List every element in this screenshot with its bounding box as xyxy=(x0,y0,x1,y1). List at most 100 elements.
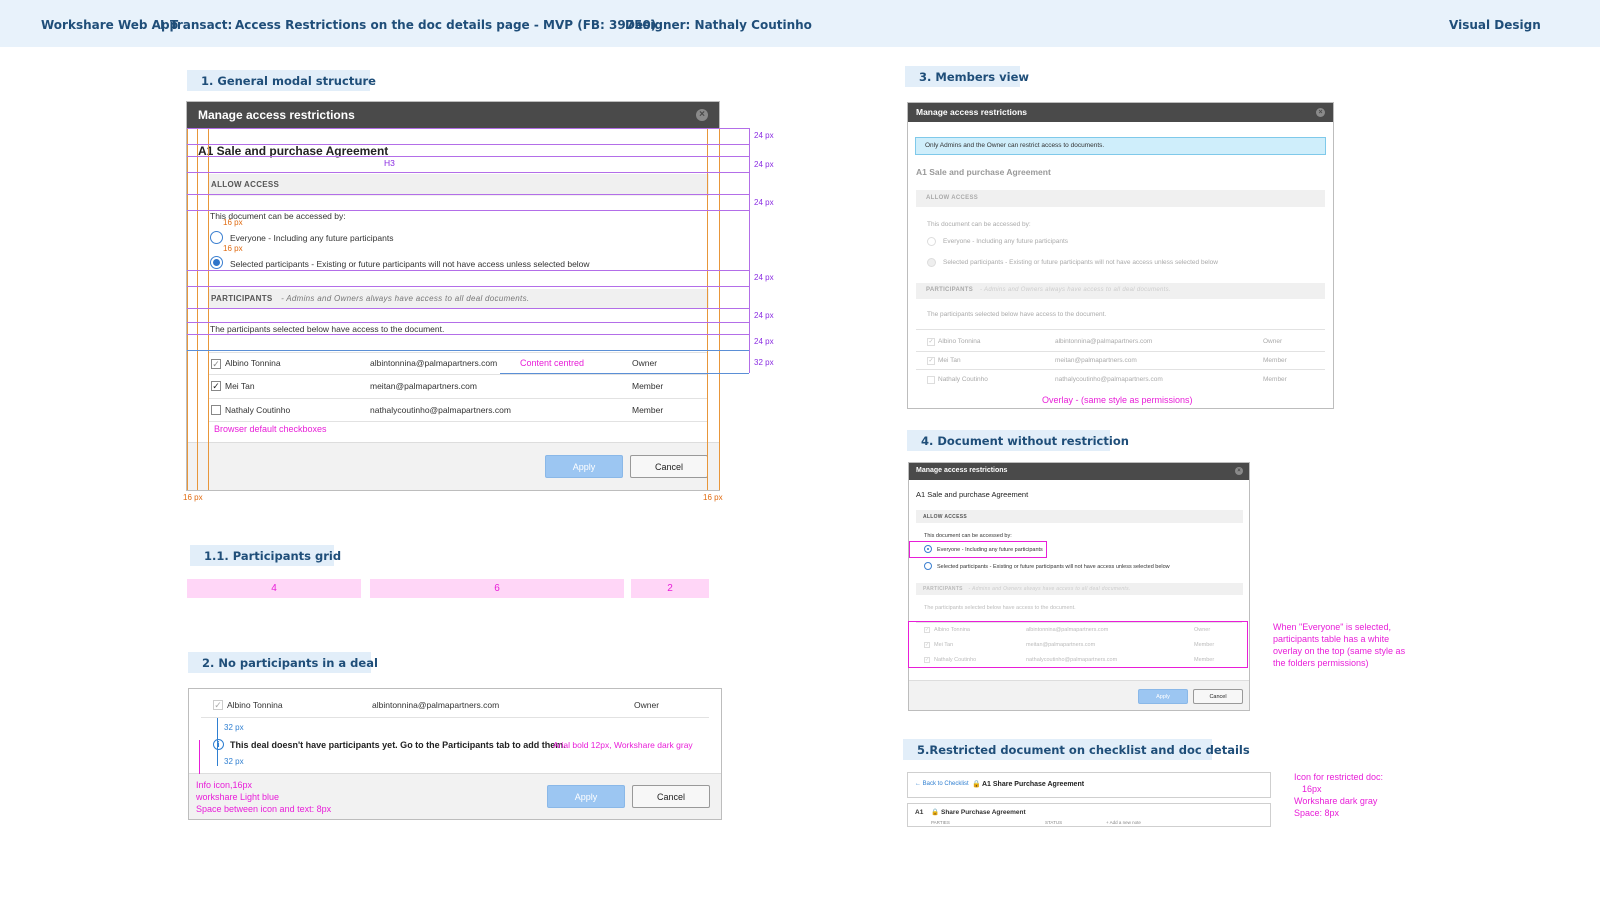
participant-name: Nathaly Coutinho xyxy=(938,376,988,383)
spacing-annotation: 24 px xyxy=(754,337,774,346)
cancel-button[interactable]: Cancel xyxy=(632,785,710,808)
table-divider xyxy=(201,717,709,718)
lock-icon: 🔒 xyxy=(972,781,981,788)
participant-checkbox: ✓ xyxy=(927,357,935,365)
everyone-annotation: participants table has a white xyxy=(1273,634,1390,644)
top-header-bar: Workshare Web App I Transact: Access Res… xyxy=(0,0,1600,47)
icon-annotation: Icon for restricted doc: xyxy=(1294,772,1384,782)
no-restriction-modal: Manage access restrictions × A1 Sale and… xyxy=(908,462,1250,711)
section-title-general-modal: 1. General modal structure xyxy=(187,70,376,91)
participant-role: Owner xyxy=(1263,338,1283,345)
spacing-guide-line xyxy=(187,128,749,129)
section-title-document-without-restriction: 4. Document without restriction xyxy=(907,430,1129,451)
apply-button[interactable]: Apply xyxy=(1138,689,1188,704)
everyone-radio[interactable] xyxy=(210,231,223,244)
spacing-guide-line xyxy=(187,270,749,271)
arrow-guide-line xyxy=(199,740,200,774)
spacing-guide-line xyxy=(749,128,750,373)
table-divider xyxy=(209,398,707,399)
add-note-link[interactable]: + Add a new note xyxy=(1106,820,1141,825)
allow-access-band: ALLOW ACCESS xyxy=(916,510,1243,523)
participant-email: meitan@palmapartners.com xyxy=(1055,357,1137,364)
apply-button[interactable]: Apply xyxy=(545,455,623,478)
document-title: A1 Sale and purchase Agreement xyxy=(916,490,1029,499)
participant-role: Owner xyxy=(634,700,660,710)
info-icon-annotation: Info icon,16px xyxy=(196,780,253,790)
participant-name: Albino Tonnina xyxy=(227,700,283,710)
heading-annotation: H3 xyxy=(384,158,395,168)
participants-band: PARTICIPANTS - Admins and Owners always … xyxy=(916,283,1325,299)
selected-option-label: Selected participants - Existing or futu… xyxy=(937,564,1170,570)
selected-participants-radio[interactable] xyxy=(924,562,932,570)
everyone-annotation: overlay on the top (same style as xyxy=(1273,646,1406,656)
participants-note: - Admins and Owners always have access t… xyxy=(968,586,1131,592)
members-notice: Only Admins and the Owner can restrict a… xyxy=(915,137,1326,155)
spacing-guide-line xyxy=(500,373,749,374)
overlay-highlight xyxy=(908,621,1248,668)
participant-name: Mei Tan xyxy=(938,357,961,364)
participant-checkbox[interactable] xyxy=(211,405,221,415)
selected-option-label: Selected participants - Existing or futu… xyxy=(230,259,590,269)
participant-name: Albino Tonnina xyxy=(938,338,981,345)
info-icon-annotation: Space between icon and text: 8px xyxy=(196,804,332,814)
margin-guide-line xyxy=(719,128,720,490)
icon-annotation: Space: 8px xyxy=(1294,808,1340,818)
allow-access-band: ALLOW ACCESS xyxy=(209,174,709,196)
browser-checkbox-annotation: Browser default checkboxes xyxy=(214,424,327,434)
participants-band: PARTICIPANTS - Admins and Owners always … xyxy=(209,289,709,309)
info-icon: i xyxy=(213,739,224,750)
table-divider xyxy=(916,351,1325,352)
modal-title: Manage access restrictions xyxy=(916,107,1028,117)
participant-role: Member xyxy=(1263,376,1287,383)
selected-participants-radio[interactable] xyxy=(210,256,223,269)
spacing-annotation: 32 px xyxy=(224,757,244,766)
margin-guide-line xyxy=(208,128,209,490)
spacing-guide-line xyxy=(187,194,749,195)
designer-label: Designer: Nathaly Coutinho xyxy=(625,18,812,32)
app-name: Workshare Web App xyxy=(41,18,179,32)
document-title: A1 Sale and purchase Agreement xyxy=(916,167,1051,177)
selected-below-label: The participants selected below have acc… xyxy=(210,324,445,334)
members-view-modal: Manage access restrictions × Only Admins… xyxy=(907,102,1334,409)
participant-role: Member xyxy=(632,381,664,391)
spacing-annotation: 24 px xyxy=(754,311,774,320)
spacing-annotation: 24 px xyxy=(754,198,774,207)
close-icon[interactable]: × xyxy=(1235,467,1243,475)
participant-email: nathalycoutinho@palmapartners.com xyxy=(1055,376,1163,383)
modal-header: Manage access restrictions xyxy=(187,102,719,129)
spacing-guide-line xyxy=(217,718,218,766)
table-divider xyxy=(916,369,1325,370)
back-to-checklist-link[interactable]: ← Back to Checklist xyxy=(915,781,969,787)
everyone-option-label: Everyone - Including any future particip… xyxy=(230,233,394,243)
participant-checkbox[interactable]: ✓ xyxy=(213,700,223,710)
allow-access-band: ALLOW ACCESS xyxy=(916,190,1325,207)
close-icon[interactable]: × xyxy=(696,109,708,121)
modal-header: Manage access restrictions xyxy=(909,463,1249,480)
margin-guide-line xyxy=(187,128,188,490)
icon-annotation: 16px xyxy=(1302,784,1322,794)
everyone-annotation: the folders permissions) xyxy=(1273,658,1369,668)
participant-email: albintonnina@palmapartners.com xyxy=(1055,338,1153,345)
cancel-button[interactable]: Cancel xyxy=(630,455,708,478)
checklist-row: A1 🔒 Share Purchase Agreement PARTIES ST… xyxy=(907,803,1271,827)
participant-role: Member xyxy=(1263,357,1287,364)
apply-button[interactable]: Apply xyxy=(547,785,625,808)
participant-email: nathalycoutinho@palmapartners.com xyxy=(370,405,511,415)
spacing-guide-line xyxy=(187,322,749,323)
cancel-button[interactable]: Cancel xyxy=(1193,689,1243,704)
icon-annotation: Workshare dark gray xyxy=(1294,796,1378,806)
doc-details-header: ← Back to Checklist 🔒 A1 Share Purchase … xyxy=(907,772,1271,798)
allow-access-label: ALLOW ACCESS xyxy=(211,180,280,189)
participant-checkbox[interactable]: ✓ xyxy=(211,359,221,369)
info-icon-annotation: workshare Light blue xyxy=(196,792,280,802)
participant-checkbox[interactable]: ✓ xyxy=(211,381,221,391)
overlay-annotation: Overlay - (same style as permissions) xyxy=(1042,395,1193,405)
modal-title: Manage access restrictions xyxy=(198,108,355,122)
close-icon[interactable]: × xyxy=(1316,108,1325,117)
grid-column-role: 2 xyxy=(631,579,709,598)
accessed-by-label: This document can be accessed by: xyxy=(924,533,1012,539)
selected-participants-radio xyxy=(927,258,936,267)
table-divider xyxy=(209,352,707,353)
participants-label: PARTICIPANTS xyxy=(923,586,963,592)
font-annotation: Arial bold 12px, Workshare dark gray xyxy=(553,740,693,750)
